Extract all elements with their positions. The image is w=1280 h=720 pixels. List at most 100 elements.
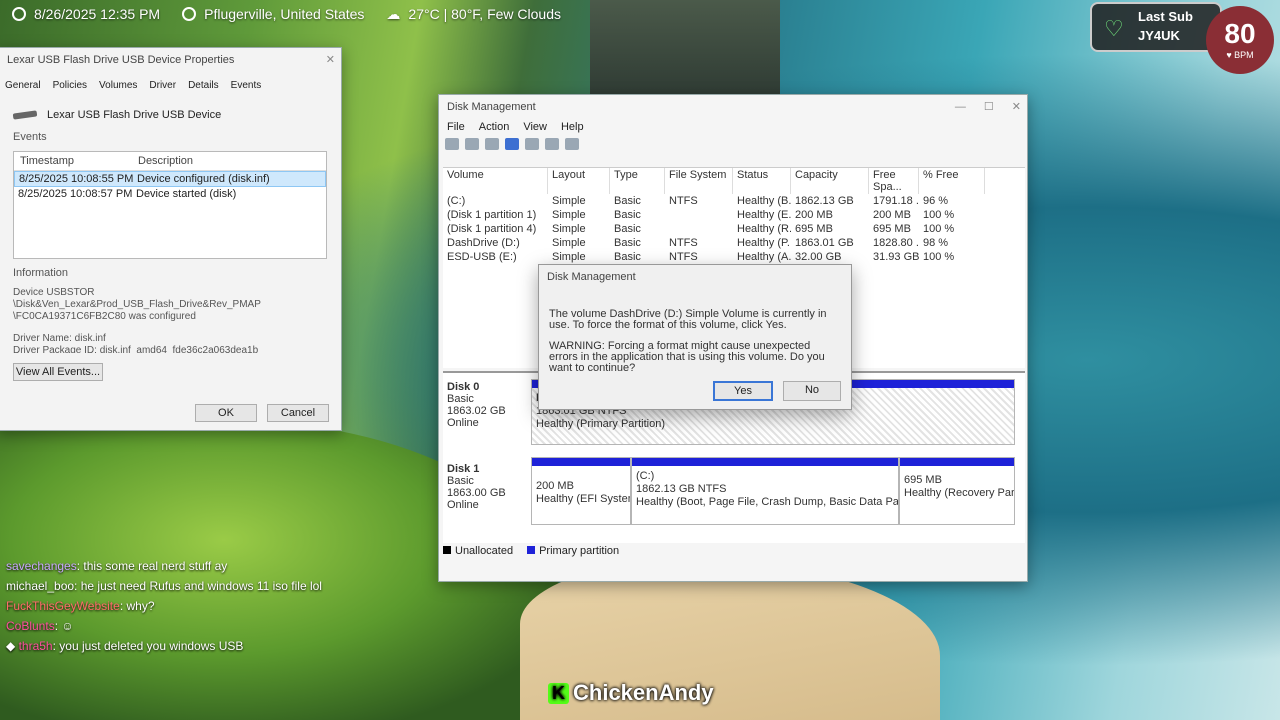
col-layout[interactable]: Layout: [548, 168, 610, 194]
volume-table-header: Volume Layout Type File System Status Ca…: [443, 168, 1025, 194]
device-header: Lexar USB Flash Drive USB Device: [0, 91, 341, 127]
cell-capacity: 695 MB: [795, 223, 833, 235]
refresh-icon[interactable]: [545, 138, 559, 150]
disk0-label[interactable]: Disk 0 Basic 1863.02 GB Online: [447, 381, 527, 429]
dialog-message: The volume DashDrive (D:) Simple Volume …: [549, 308, 827, 331]
chat-message: ◆ thra5h: you just deleted you windows U…: [6, 639, 244, 653]
col-capacity[interactable]: Capacity: [791, 168, 869, 194]
cancel-button[interactable]: Cancel: [267, 404, 329, 422]
cell-capacity: 200 MB: [795, 209, 833, 221]
event-row[interactable]: 8/25/2025 10:08:55 PM Device configured …: [14, 171, 326, 187]
table-row[interactable]: DashDrive (D:) Simple Basic NTFS Healthy (P.…: [443, 236, 1025, 250]
forward-arrow-icon[interactable]: [465, 138, 479, 150]
tab-general[interactable]: General: [5, 80, 41, 91]
table-row[interactable]: ESD-USB (E:) Simple Basic NTFS Healthy (A...…: [443, 250, 1025, 264]
view-all-events-button[interactable]: View All Events...: [13, 363, 103, 381]
cell-type: Basic: [614, 209, 641, 221]
no-button[interactable]: No: [783, 381, 841, 401]
cell-volume: (C:): [447, 195, 466, 207]
disk1-partition-efi[interactable]: 200 MB Healthy (EFI System I: [531, 457, 631, 525]
legend-label: Unallocated: [455, 545, 514, 557]
cell-volume: ESD-USB (E:): [447, 251, 517, 263]
cell-layout: Simple: [552, 251, 586, 263]
partition-size: 200 MB: [536, 480, 574, 492]
partition-bar: [532, 458, 630, 466]
col-filesystem[interactable]: File System: [665, 168, 733, 194]
disk1-state: Online: [447, 499, 479, 511]
event-timestamp: 8/25/2025 10:08:57 PM: [18, 188, 133, 200]
col-type[interactable]: Type: [610, 168, 665, 194]
list-view-icon[interactable]: [485, 138, 499, 150]
menu-view[interactable]: View: [523, 121, 547, 133]
disk0-state: Online: [447, 417, 479, 429]
event-row[interactable]: 8/25/2025 10:08:57 PM Device started (di…: [14, 187, 326, 201]
tab-policies[interactable]: Policies: [53, 80, 87, 91]
menu-help[interactable]: Help: [561, 121, 584, 133]
events-list[interactable]: Timestamp Description 8/25/2025 10:08:55…: [13, 151, 327, 259]
menu-action[interactable]: Action: [479, 121, 510, 133]
location-icon: [182, 7, 197, 21]
disk1-partition-c[interactable]: (C:) 1862.13 GB NTFS Healthy (Boot, Page…: [631, 457, 899, 525]
information-label: Information: [13, 267, 69, 279]
disk1-partition-recovery[interactable]: 695 MB Healthy (Recovery Partitio: [899, 457, 1015, 525]
cell-percent: 98 %: [923, 237, 949, 249]
datetime: 8/26/2025 12:35 PM: [34, 6, 161, 22]
col-percent-free[interactable]: % Free: [919, 168, 985, 194]
heart-icon: ♡: [1104, 16, 1124, 41]
chat-text: he just need Rufus and windows 11 iso fi…: [80, 579, 322, 593]
maximize-icon[interactable]: ☐: [984, 95, 994, 119]
col-description[interactable]: Description: [138, 155, 193, 167]
settings-icon[interactable]: [565, 138, 579, 150]
disk1-label[interactable]: Disk 1 Basic 1863.00 GB Online: [447, 463, 527, 511]
tab-driver[interactable]: Driver: [149, 80, 176, 91]
cell-type: Basic: [614, 237, 641, 249]
chat-message: michael_boo: he just need Rufus and wind…: [6, 579, 322, 593]
cell-percent: 96 %: [923, 195, 949, 207]
cell-filesystem: [665, 208, 733, 222]
information-text[interactable]: Device USBSTOR \Disk&Ven_Lexar&Prod_USB_…: [13, 287, 327, 353]
disk0-name: Disk 0: [447, 381, 480, 393]
dm-titlebar[interactable]: Disk Management — ☐ ✕: [439, 95, 1027, 119]
col-status[interactable]: Status: [733, 168, 791, 194]
table-row[interactable]: (C:) Simple Basic NTFS Healthy (B... 1862.13 …: [443, 194, 1025, 208]
last-sub-title: Last Sub: [1138, 9, 1193, 24]
cell-type: Basic: [614, 195, 641, 207]
cell-filesystem: NTFS: [669, 251, 698, 263]
partition-bar: [632, 458, 898, 466]
menu-file[interactable]: File: [447, 121, 465, 133]
chat-username: savechanges: [6, 559, 77, 573]
props-titlebar[interactable]: Lexar USB Flash Drive USB Device Propert…: [0, 48, 341, 72]
close-icon[interactable]: ✕: [1012, 95, 1021, 119]
close-icon[interactable]: ✕: [326, 48, 335, 72]
wallpaper-rock: [590, 0, 780, 100]
tab-volumes[interactable]: Volumes: [99, 80, 137, 91]
tab-events[interactable]: Events: [231, 80, 262, 91]
table-row[interactable]: (Disk 1 partition 1) Simple Basic Healthy (…: [443, 208, 1025, 222]
streamer-watermark: K ChickenAndy: [548, 680, 714, 706]
info-line: Driver Package ID: disk.inf_amd64_fde36c…: [13, 345, 259, 353]
help-icon[interactable]: [505, 138, 519, 150]
cell-status: Healthy (E...: [737, 209, 791, 221]
table-row[interactable]: (Disk 1 partition 4) Simple Basic Healthy (…: [443, 222, 1025, 236]
info-line: [13, 323, 327, 333]
event-description: Device configured (disk.inf): [137, 173, 270, 185]
disk1-name: Disk 1: [447, 463, 480, 475]
info-line: Driver Name: disk.inf: [13, 333, 106, 344]
usb-drive-icon: [12, 110, 38, 120]
primary-swatch: [527, 546, 536, 554]
last-sub-name: JY4UK: [1138, 28, 1180, 43]
col-volume[interactable]: Volume: [443, 168, 548, 194]
chat-message: FuckThisGeyWebsite: why?: [6, 599, 155, 613]
ok-button[interactable]: OK: [195, 404, 257, 422]
dialog-titlebar[interactable]: Disk Management: [539, 265, 851, 289]
col-free-space[interactable]: Free Spa...: [869, 168, 919, 194]
minimize-icon[interactable]: —: [955, 95, 966, 119]
col-timestamp[interactable]: Timestamp: [20, 155, 138, 167]
yes-button[interactable]: Yes: [713, 381, 773, 401]
last-sub-widget: ♡ Last Sub JY4UK: [1090, 2, 1222, 52]
tab-details[interactable]: Details: [188, 80, 219, 91]
properties-icon[interactable]: [525, 138, 539, 150]
cell-filesystem: NTFS: [669, 237, 698, 249]
cloud-icon: ☁: [386, 5, 401, 22]
back-arrow-icon[interactable]: [445, 138, 459, 150]
